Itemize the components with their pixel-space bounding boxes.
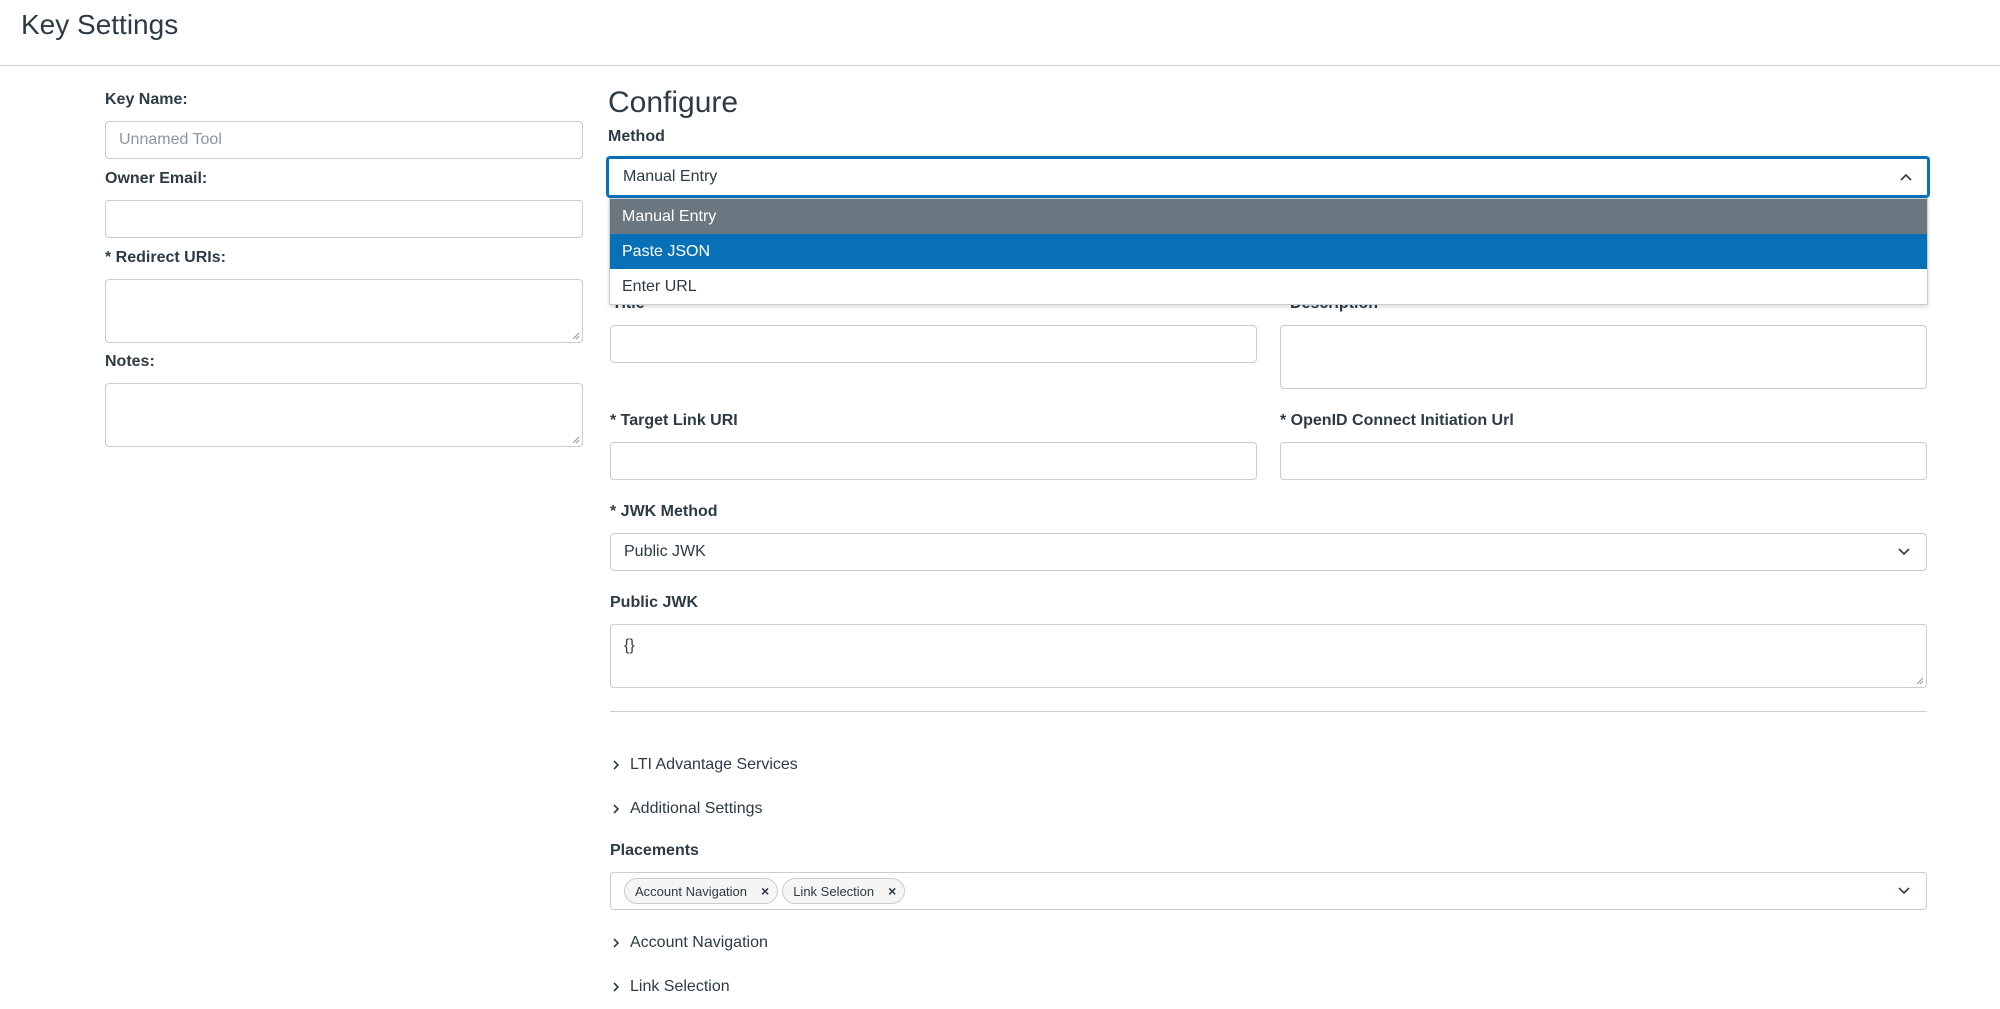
chevron-up-icon: [1900, 173, 1912, 181]
jwk-method-label: * JWK Method: [610, 503, 718, 520]
chevron-right-icon: [613, 760, 620, 770]
additional-settings-toggle[interactable]: Additional Settings: [610, 800, 763, 818]
public-jwk-textarea[interactable]: {}: [610, 624, 1927, 688]
section-divider: [610, 711, 1927, 712]
chevron-right-icon: [613, 938, 620, 948]
lti-advantage-label: LTI Advantage Services: [630, 756, 798, 773]
method-option-paste-json[interactable]: Paste JSON: [610, 234, 1927, 269]
method-option-manual-entry[interactable]: Manual Entry: [610, 199, 1927, 234]
chip-label: Account Navigation: [635, 883, 748, 899]
method-dropdown-menu: Manual Entry Paste JSON Enter URL: [609, 198, 1928, 305]
chevron-right-icon: [613, 804, 620, 814]
link-selection-toggle[interactable]: Link Selection: [610, 978, 730, 996]
openid-url-input[interactable]: [1280, 442, 1927, 480]
notes-label: Notes:: [105, 353, 155, 370]
method-select-value: Manual Entry: [623, 168, 718, 185]
lti-advantage-toggle[interactable]: LTI Advantage Services: [610, 756, 798, 774]
resize-grip-icon[interactable]: [1914, 675, 1924, 685]
openid-url-label: * OpenID Connect Initiation Url: [1280, 412, 1514, 429]
account-navigation-toggle[interactable]: Account Navigation: [610, 934, 768, 952]
method-label: Method: [608, 128, 665, 145]
resize-grip-icon[interactable]: [570, 434, 580, 444]
key-name-label: Key Name:: [105, 91, 188, 108]
description-textarea[interactable]: [1280, 325, 1927, 389]
page-header: Key Settings: [0, 0, 2000, 66]
resize-grip-icon[interactable]: [570, 330, 580, 340]
link-selection-label: Link Selection: [630, 978, 730, 995]
remove-chip-icon[interactable]: ×: [761, 883, 769, 899]
chevron-right-icon: [613, 982, 620, 992]
redirect-uris-textarea[interactable]: [105, 279, 583, 343]
jwk-method-select[interactable]: Public JWK: [610, 533, 1927, 571]
chip-label: Link Selection: [793, 883, 875, 899]
key-name-placeholder: Unnamed Tool: [119, 131, 222, 148]
redirect-uris-label: * Redirect URIs:: [105, 249, 226, 266]
notes-textarea[interactable]: [105, 383, 583, 447]
method-select[interactable]: Manual Entry: [606, 156, 1930, 198]
public-jwk-label: Public JWK: [610, 594, 699, 611]
remove-chip-icon[interactable]: ×: [888, 883, 896, 899]
placements-label: Placements: [610, 842, 699, 859]
target-link-uri-input[interactable]: [610, 442, 1257, 480]
placements-select[interactable]: Account Navigation × Link Selection ×: [610, 872, 1927, 910]
owner-email-label: Owner Email:: [105, 170, 208, 187]
account-navigation-label: Account Navigation: [630, 934, 768, 951]
chevron-down-icon: [1898, 548, 1910, 556]
configure-heading: Configure: [608, 86, 739, 119]
page-title: Key Settings: [21, 9, 179, 40]
additional-settings-label: Additional Settings: [630, 800, 763, 817]
method-option-enter-url[interactable]: Enter URL: [610, 269, 1927, 304]
owner-email-input[interactable]: [105, 200, 583, 238]
title-input[interactable]: [610, 325, 1257, 363]
chevron-down-icon: [1898, 887, 1910, 895]
jwk-method-value: Public JWK: [624, 543, 706, 560]
target-link-uri-label: * Target Link URI: [610, 412, 738, 429]
placement-chip-account-navigation[interactable]: Account Navigation ×: [624, 878, 779, 904]
placement-chip-link-selection[interactable]: Link Selection ×: [782, 878, 906, 904]
key-name-input[interactable]: Unnamed Tool: [105, 121, 583, 159]
public-jwk-value: {}: [624, 637, 635, 654]
